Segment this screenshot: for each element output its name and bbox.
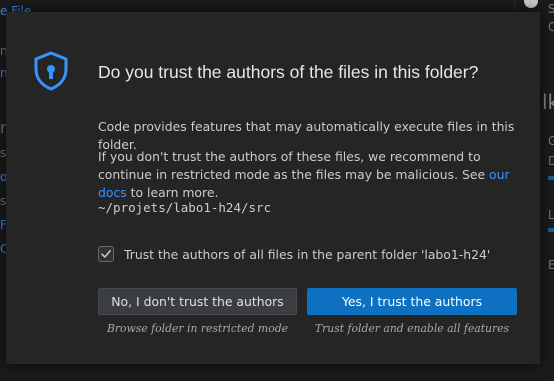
workspace-trust-dialog: Do you trust the authors of the files in… <box>6 12 540 364</box>
trust-description: Trust folder and enable all features <box>314 322 510 335</box>
bg-fragment: S <box>548 2 554 16</box>
bg-fragment: L <box>548 208 554 222</box>
account-avatar[interactable] <box>524 0 538 8</box>
checkmark-icon <box>101 250 111 258</box>
bg-heading-fragment: lk <box>542 90 554 114</box>
bg-fragment: E <box>548 258 554 272</box>
bg-fragment: C <box>548 20 554 34</box>
bg-accent-bar <box>548 176 554 180</box>
bg-accent-bar <box>548 228 554 232</box>
folder-path: ~/projets/labo1-h24/src <box>98 200 272 215</box>
bg-divider <box>514 0 515 10</box>
trust-button[interactable]: Yes, I trust the authors <box>307 288 517 315</box>
dialog-title: Do you trust the authors of the files in… <box>98 62 479 82</box>
trust-parent-label[interactable]: Trust the authors of all files in the pa… <box>124 247 490 262</box>
bg-fragment: D <box>548 154 554 168</box>
trust-parent-checkbox[interactable] <box>98 246 114 262</box>
bg-fragment: G <box>548 134 554 148</box>
detail-text-end: to learn more. <box>126 185 219 200</box>
dont-trust-button[interactable]: No, I don't trust the authors <box>98 288 297 315</box>
dialog-detail: If you don't trust the authors of these … <box>98 148 530 202</box>
dont-trust-description: Browse folder in restricted mode <box>106 322 289 335</box>
detail-text: If you don't trust the authors of these … <box>98 149 490 182</box>
shield-lock-icon <box>30 50 72 92</box>
